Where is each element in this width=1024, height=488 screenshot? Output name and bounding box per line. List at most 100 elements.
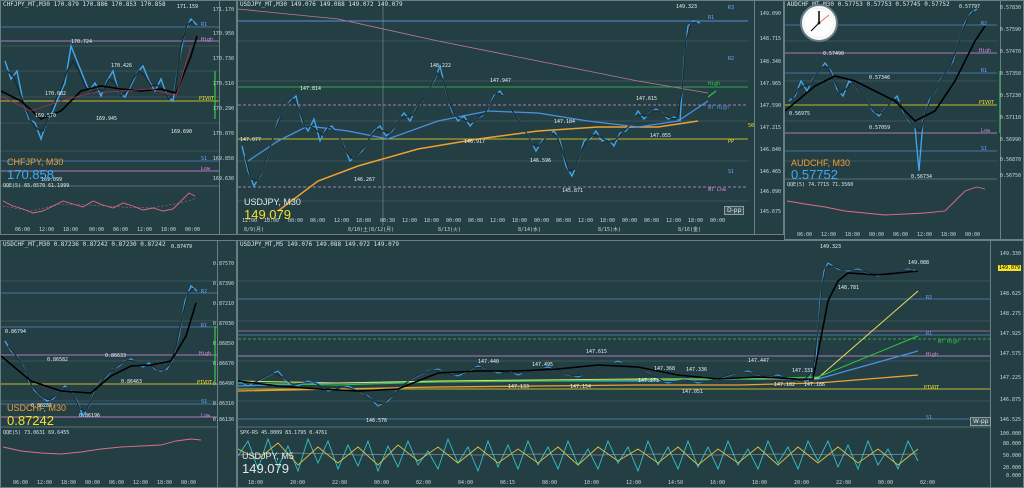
axis-label: 147.590 [759,103,781,109]
price-annotation: 147.947 [490,78,512,84]
osc-cyan-line [238,437,919,473]
axis-label: 147.215 [759,125,781,131]
time-label: 06:00 [13,480,29,486]
chart-window-usdjpy-m5[interactable]: USDJPY_MT,M5 149.076 149.088 149.072 149… [237,240,1024,488]
osc-axis-label: 20.000 [1002,465,1021,471]
time-label: 08:00 [542,480,558,486]
s1-label: S1 [981,146,988,152]
axis-label: 148.715 [759,36,781,42]
price-annotation: 147.184 [554,119,576,125]
price-annotation: 146.576 [366,418,388,424]
high-label: High [201,37,214,43]
chart-window-usdchf-m30[interactable]: USDCHF_MT,M30 0.87236 0.87242 0.87230 0.… [0,240,237,488]
time-label: 06:00 [468,218,484,224]
axis-label: 147.225 [999,375,1021,381]
usdchf-price-plot[interactable] [1,241,237,488]
time-label: 12:00 [402,218,418,224]
axis-label: 0.57350 [999,71,1021,77]
s1-label: S1 [201,399,208,405]
chart-window-audchf-m30[interactable]: AUDCHF_MT,M30 0.57753 0.57753 0.57745 0.… [784,0,1024,240]
time-label: 12:00 [821,232,837,238]
time-label: 06:00 [556,218,572,224]
high-label: High [926,352,939,358]
wt-green-stub [707,90,717,98]
time-label: 12:00 [666,218,682,224]
time-label: 00:00 [534,218,550,224]
price-annotation: 147.615 [586,349,608,355]
axis-label: 0.57470 [999,49,1021,55]
time-label: 18:00 [600,218,616,224]
price-annotation: 146.267 [354,177,376,183]
price-annotation: 0.57059 [869,125,891,131]
pp-label: PP [728,139,735,145]
price-annotation: 147.055 [650,133,672,139]
axis-label: 0.86490 [212,381,234,387]
current-price-marker: 149.079 [997,265,1021,271]
qqe-header: QQE(5) 73.0631 69.6455 [3,430,70,436]
price-axis[interactable]: 149.090 148.715 148.340 147.965 147.590 … [754,1,783,234]
price-axis[interactable]: 149.330 149.079 148.625 148.275 147.925 … [990,241,1023,487]
price-annotation: 169.690 [171,129,193,135]
osc-axis-label: 100.000 [999,431,1021,437]
date-label: 8/16(金) [678,227,702,233]
time-label: 02:00 [920,480,936,486]
d-pp-button[interactable]: D-pp [724,206,745,215]
axis-label: 170.950 [212,31,234,37]
osc-header: SPX-RS 45.0009 83.1795 0.4761 [240,430,328,436]
price-axis[interactable]: 171.170 170.950 170.730 170.510 170.290 … [213,1,236,234]
symbol-label: USDJPY, M5 [242,451,294,461]
time-label: 12:00 [334,218,350,224]
r2-label: R2 [728,56,735,62]
r2-label: R2 [201,289,208,295]
time-label: 12:00 [490,218,506,224]
time-label: 18:00 [63,227,79,233]
axis-label: 147.575 [999,351,1021,357]
time-label: 20:00 [290,480,306,486]
price-annotation: 147.447 [748,358,770,364]
time-label: 06:00 [644,218,660,224]
axis-label: 0.57110 [999,115,1021,121]
price-axis[interactable]: 0.87570 0.87390 0.87210 0.87030 0.86850 … [213,241,236,487]
low-label: Low [201,413,211,419]
ma-yellow-line [238,290,919,384]
chart-window-usdjpy-m30[interactable]: USDJPY_MT,M30 149.076 149.088 149.072 14… [237,0,784,235]
date-label: 8/13(火) [438,227,462,233]
high-label: High [199,351,212,357]
axis-label: 145.675 [759,209,781,215]
price-annotation: 147.186 [804,382,826,388]
current-price: 0.87242 [7,413,54,428]
price-annotation: 169.570 [35,113,57,119]
axis-label: 148.275 [999,311,1021,317]
time-label: 06:00 [109,480,125,486]
time-label: 18:00 [688,218,704,224]
analog-clock-icon [800,4,838,42]
price-annotation: 0.57797 [959,4,981,10]
pivot-label: PIVOT [197,380,213,386]
axis-label: 148.625 [999,291,1021,297]
chart-window-chfjpy-m30[interactable]: CHFJPY_MT,M30 170.879 170.886 170.853 17… [0,0,237,235]
date-label: 8/10(土)8/12(月) [348,227,395,233]
pivot-label: PIVOT [199,96,215,102]
high-label: High [708,81,721,87]
time-label: 04:00 [458,480,474,486]
time-label: 12:00 [137,227,153,233]
high-label: High [979,48,992,54]
ma-black-line [1,302,197,394]
time-label: 18:00 [157,480,173,486]
time-label: 00:00 [181,480,197,486]
axis-label: 169.850 [212,156,234,162]
qqe-header: QQE(5) 65.0570 61.1999 [3,183,70,189]
axis-label: 0.87570 [212,261,234,267]
fifty-label: 50 [748,123,755,129]
w-pp-button[interactable]: W-pp [970,417,992,426]
usdjpy-m5-price-plot[interactable] [238,241,1024,488]
qqe-signal-line [2,197,198,212]
date-label: 8/15(木) [598,227,622,233]
price-axis[interactable]: 0.57830 0.57590 0.57470 0.57350 0.57230 … [1000,1,1023,239]
time-label: 18:00 [161,227,177,233]
osc-axis-label: 50.000 [1002,453,1021,459]
price-annotation: 149.323 [676,4,698,10]
usdjpy-m30-price-plot[interactable] [238,1,784,235]
time-label: 00:00 [622,218,638,224]
chart-header: USDJPY_MT,M5 149.076 149.088 149.072 149… [240,241,399,248]
